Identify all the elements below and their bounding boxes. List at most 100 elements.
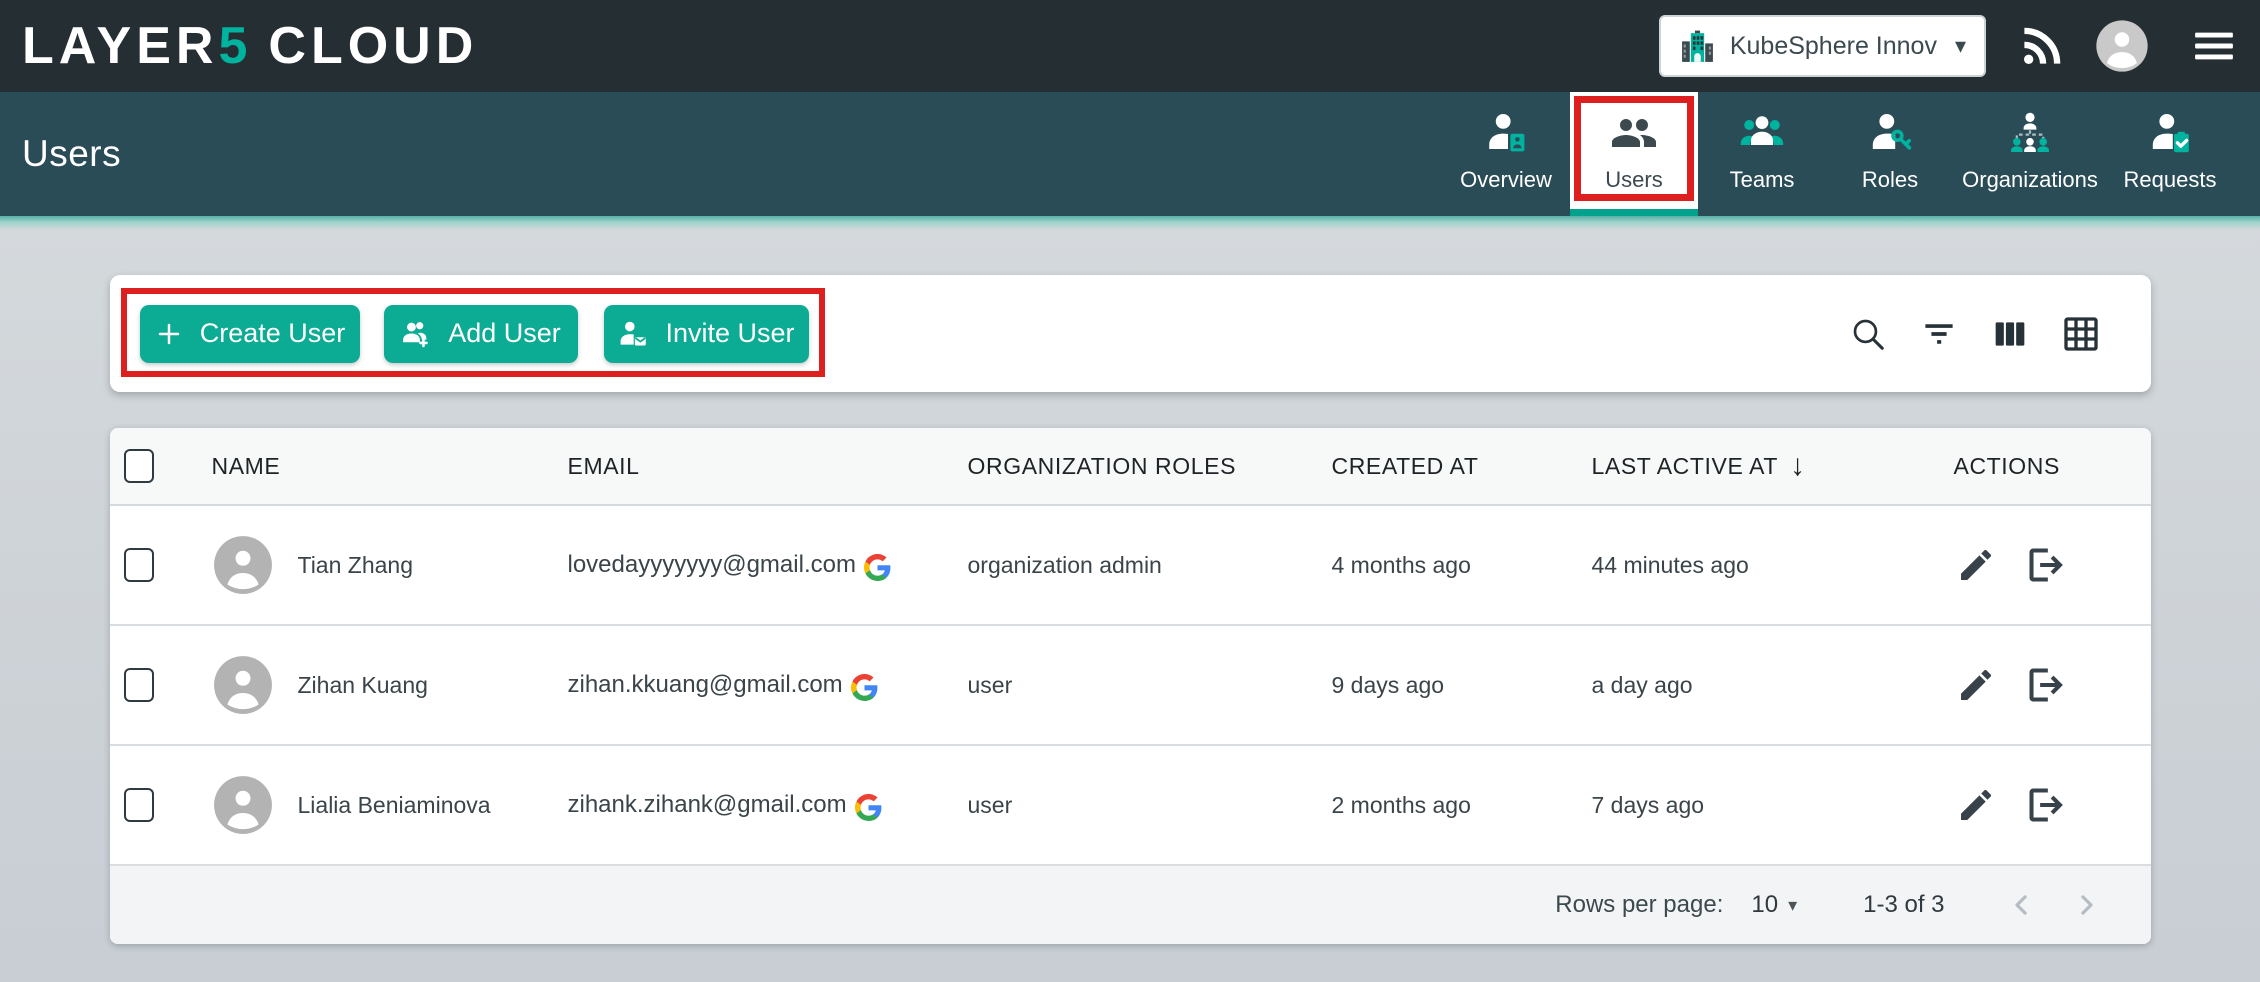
google-icon [864,554,891,581]
user-email: lovedayyyyyyy@gmail.com [568,551,856,579]
person-invite-icon [617,318,649,350]
user-name: Zihan Kuang [298,672,428,699]
tab-label: Roles [1862,167,1918,193]
columns-button[interactable] [1988,312,2032,356]
tab-requests[interactable]: Requests [2106,92,2234,216]
nav-tabs: Overview Users [1442,92,2260,216]
person-badge-icon [1482,109,1530,157]
button-label: Create User [200,318,346,349]
building-icon [1679,28,1716,65]
user-org-roles: user [968,672,1332,699]
hamburger-menu-button[interactable] [2194,30,2234,62]
team-icon [1738,109,1786,157]
tab-label: Organizations [1962,167,2098,193]
remove-user-button[interactable] [2024,783,2068,827]
column-header-organization-roles[interactable]: ORGANIZATION ROLES [968,453,1332,480]
filter-button[interactable] [1917,312,1961,356]
user-created-at: 2 months ago [1332,792,1592,819]
chevron-down-icon: ▾ [1788,895,1797,916]
user-name: Tian Zhang [298,552,414,579]
user-email: zihank.zihank@gmail.com [568,791,847,819]
column-header-created-at[interactable]: CREATED AT [1332,453,1592,480]
sort-desc-arrow-icon: ↓ [1790,449,1806,483]
tab-users[interactable]: Users [1570,92,1698,216]
logout-icon [2024,543,2068,587]
rss-feed-icon [2020,24,2064,68]
tab-teams[interactable]: Teams [1698,92,1826,216]
create-user-button[interactable]: Create User [140,305,360,363]
section-nav-bar: Users Overview [0,92,2260,216]
remove-user-button[interactable] [2024,663,2068,707]
edit-user-button[interactable] [1954,783,1998,827]
top-app-bar: LAYER5 CLOUD [0,0,2260,92]
table-tools [1846,312,2151,356]
layer5-cloud-app: LAYER5 CLOUD [0,0,2260,982]
users-toolbar: Create User Add User [110,275,2151,392]
user-created-at: 9 days ago [1332,672,1592,699]
column-header-name[interactable]: NAME [212,453,568,480]
organization-switcher[interactable]: KubeSphere Innov ▾ [1659,15,1986,77]
tab-label: Requests [2124,167,2217,193]
users-table: NAME EMAIL ORGANIZATION ROLES CREATED AT… [110,428,2151,944]
select-all-checkbox[interactable] [124,449,154,483]
avatar [212,774,274,836]
row-checkbox[interactable] [124,788,154,822]
logo-text-layer: LAYER [22,20,218,72]
tab-label: Users [1605,167,1662,193]
column-header-last-active-at[interactable]: LAST ACTIVE AT ↓ [1592,449,1938,483]
rss-feed-button[interactable] [2020,24,2064,68]
rows-per-page-select[interactable]: 10 ▾ [1751,891,1797,919]
user-avatar-icon [2094,18,2150,74]
table-header-row: NAME EMAIL ORGANIZATION ROLES CREATED AT… [110,428,2151,506]
logo-text-cloud: CLOUD [268,20,478,72]
edit-user-button[interactable] [1954,543,1998,587]
table-row: Zihan Kuang zihan.kkuang@gmail.com user [110,626,2151,746]
topbar-right-cluster: KubeSphere Innov ▾ [1659,15,2234,77]
main-content: Create User Add User [0,216,2260,982]
tab-organizations[interactable]: Organizations [1954,92,2106,216]
pencil-icon [1956,785,1996,825]
chevron-right-icon [2071,890,2101,920]
button-label: Invite User [665,318,794,349]
grid-icon [2061,314,2101,354]
tab-roles[interactable]: Roles [1826,92,1954,216]
columns-icon [1990,314,2030,354]
search-button[interactable] [1846,312,1890,356]
menu-icon [2194,30,2234,62]
layer5-cloud-logo[interactable]: LAYER5 CLOUD [22,20,478,72]
user-last-active-at: 44 minutes ago [1592,552,1938,579]
plus-icon [154,319,184,349]
row-checkbox[interactable] [124,668,154,702]
next-page-button[interactable] [2071,890,2101,920]
user-email: zihan.kkuang@gmail.com [568,671,843,699]
remove-user-button[interactable] [2024,543,2068,587]
rows-per-page-label: Rows per page: [1555,891,1723,919]
user-org-roles: user [968,792,1332,819]
avatar [212,534,274,596]
page-title: Users [22,133,121,175]
tab-overview[interactable]: Overview [1442,92,1570,216]
user-last-active-at: 7 days ago [1592,792,1938,819]
edit-user-button[interactable] [1954,663,1998,707]
grid-view-button[interactable] [2059,312,2103,356]
active-tab-indicator [1570,209,1698,216]
table-pagination: Rows per page: 10 ▾ 1-3 of 3 [110,866,2151,944]
logo-text-5: 5 [218,20,252,72]
account-menu-button[interactable] [2094,18,2150,74]
add-user-button[interactable]: Add User [384,305,578,363]
organization-name: KubeSphere Innov [1730,32,1937,61]
row-checkbox[interactable] [124,548,154,582]
column-header-email[interactable]: EMAIL [568,453,968,480]
user-created-at: 4 months ago [1332,552,1592,579]
previous-page-button[interactable] [2007,890,2037,920]
org-hierarchy-icon [2006,109,2054,157]
rows-per-page-value: 10 [1751,891,1778,919]
tab-label: Overview [1460,167,1552,193]
invite-user-button[interactable]: Invite User [604,305,809,363]
google-icon [851,674,878,701]
person-check-icon [2146,109,2194,157]
user-last-active-at: a day ago [1592,672,1938,699]
user-org-roles: organization admin [968,552,1332,579]
person-add-icon [400,318,432,350]
tab-label: Teams [1730,167,1795,193]
